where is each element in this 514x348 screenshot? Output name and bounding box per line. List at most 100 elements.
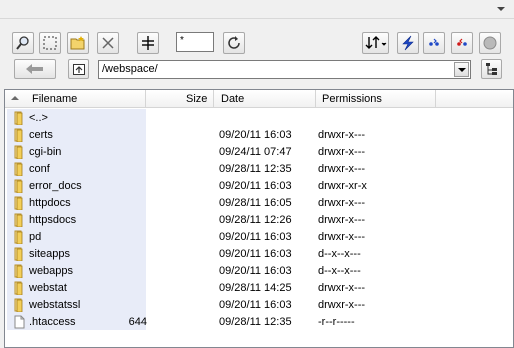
file-name: webstatssl <box>29 299 81 311</box>
file-name: siteapps <box>29 248 70 260</box>
list-item[interactable]: pd 09/20/11 16:03 drwxr-x--- <box>5 229 513 246</box>
folder-icon <box>12 247 26 262</box>
folder-icon <box>12 179 26 194</box>
folder-icon <box>12 281 26 296</box>
select-all-button[interactable] <box>39 32 61 54</box>
list-item[interactable]: webstatssl 09/20/11 16:03 drwxr-x--- <box>5 297 513 314</box>
file-name: <..> <box>29 112 48 124</box>
file-icon <box>12 315 26 329</box>
list-item[interactable]: webstat 09/28/11 14:25 drwxr-x--- <box>5 280 513 297</box>
file-name: error_docs <box>29 180 82 192</box>
file-permissions: d--x--x--- <box>318 248 361 260</box>
delete-icon <box>102 37 114 49</box>
file-date: 09/20/11 16:03 <box>219 248 292 260</box>
file-name: .htaccess <box>29 316 76 328</box>
file-date: 09/28/11 12:26 <box>219 214 292 226</box>
filter-icon <box>142 36 154 50</box>
folder-icon <box>12 162 26 177</box>
file-permissions: d--x--x--- <box>318 265 361 277</box>
list-item[interactable]: .htaccess 644 09/28/11 12:35 -r--r----- <box>5 314 513 331</box>
file-size: 644 <box>128 316 147 328</box>
refresh-button[interactable] <box>223 32 245 54</box>
file-date: 09/28/11 16:05 <box>219 197 292 209</box>
stop-icon <box>483 36 497 50</box>
sync-left-button[interactable] <box>423 32 445 54</box>
list-item[interactable]: httpdocs 09/28/11 16:05 drwxr-x--- <box>5 195 513 212</box>
file-date: 09/20/11 16:03 <box>219 231 292 243</box>
file-date: 09/28/11 14:25 <box>219 282 292 294</box>
tree-view-button[interactable] <box>481 59 502 79</box>
arrow-left-icon <box>26 64 43 74</box>
chevron-down-icon[interactable] <box>454 62 469 77</box>
lightning-icon <box>402 35 414 51</box>
sync-right-button[interactable] <box>451 32 473 54</box>
file-date: 09/28/11 12:35 <box>219 163 292 175</box>
refresh-icon <box>228 36 240 49</box>
file-name: cgi-bin <box>29 146 62 158</box>
file-name: certs <box>29 129 53 141</box>
list-item[interactable]: <..> <box>5 110 513 127</box>
filter-input[interactable]: * <box>176 32 214 52</box>
list-item[interactable]: cgi-bin 09/24/11 07:47 drwxr-x--- <box>5 144 513 161</box>
new-folder-button[interactable] <box>67 32 89 54</box>
delete-button[interactable] <box>97 32 119 54</box>
file-list[interactable]: Filename Size Date Permissions <..> certs… <box>4 89 514 348</box>
file-permissions: drwxr-x--- <box>318 214 366 226</box>
folder-icon <box>12 196 26 211</box>
folder-icon <box>12 298 26 313</box>
sync-red-icon <box>457 38 467 46</box>
file-date: 09/20/11 16:03 <box>219 299 292 311</box>
file-date: 09/20/11 16:03 <box>219 129 292 141</box>
file-permissions: drwxr-x--- <box>318 163 366 175</box>
file-name: webstat <box>29 282 67 294</box>
column-size[interactable]: Size <box>146 90 214 108</box>
sort-button[interactable] <box>362 32 389 54</box>
folder-icon <box>12 230 26 245</box>
sync-blue-icon <box>429 38 439 46</box>
file-date: 09/28/11 12:35 <box>219 316 292 328</box>
path-value: /webspace/ <box>102 63 158 75</box>
back-button[interactable] <box>14 59 56 79</box>
file-permissions: drwxr-x--- <box>318 146 366 158</box>
file-permissions: drwxr-x--- <box>318 231 366 243</box>
folder-up-icon <box>72 64 85 75</box>
sort-ascending-icon <box>11 96 19 100</box>
list-item[interactable]: certs 09/20/11 16:03 drwxr-x--- <box>5 127 513 144</box>
file-permissions: drwxr-x--- <box>318 282 366 294</box>
parent-folder-button[interactable] <box>68 59 89 79</box>
folder-icon <box>12 145 26 160</box>
path-combobox[interactable]: /webspace/ <box>98 60 471 79</box>
file-date: 09/24/11 07:47 <box>219 146 292 158</box>
file-name: webapps <box>29 265 74 277</box>
file-permissions: drwxr-xr-x <box>318 180 367 192</box>
file-date: 09/20/11 16:03 <box>219 265 292 277</box>
top-strip <box>0 0 514 19</box>
connect-button[interactable] <box>397 32 419 54</box>
filter-button[interactable] <box>137 32 159 54</box>
new-folder-icon <box>70 36 85 50</box>
folder-icon <box>12 264 26 279</box>
list-item[interactable]: conf 09/28/11 12:35 drwxr-x--- <box>5 161 513 178</box>
file-name: httpsdocs <box>29 214 77 226</box>
file-permissions: drwxr-x--- <box>318 197 366 209</box>
selection-icon <box>43 36 57 50</box>
folder-icon <box>12 111 26 126</box>
sort-arrows-icon <box>365 36 386 49</box>
chevron-down-icon[interactable] <box>497 7 505 11</box>
find-button[interactable] <box>12 32 34 54</box>
list-item[interactable]: error_docs 09/20/11 16:03 drwxr-xr-x <box>5 178 513 195</box>
column-date[interactable]: Date <box>214 90 316 108</box>
stop-button[interactable] <box>479 32 501 54</box>
folder-icon <box>12 213 26 228</box>
file-name: conf <box>29 163 50 175</box>
tree-icon <box>485 63 497 75</box>
column-filename[interactable]: Filename <box>5 90 146 108</box>
list-header: Filename Size Date Permissions <box>5 90 513 108</box>
list-item[interactable]: httpsdocs 09/28/11 12:26 drwxr-x--- <box>5 212 513 229</box>
list-item[interactable]: siteapps 09/20/11 16:03 d--x--x--- <box>5 246 513 263</box>
file-date: 09/20/11 16:03 <box>219 180 292 192</box>
column-permissions[interactable]: Permissions <box>316 90 436 108</box>
list-item[interactable]: webapps 09/20/11 16:03 d--x--x--- <box>5 263 513 280</box>
file-permissions: drwxr-x--- <box>318 129 366 141</box>
file-permissions: -r--r----- <box>318 316 355 328</box>
